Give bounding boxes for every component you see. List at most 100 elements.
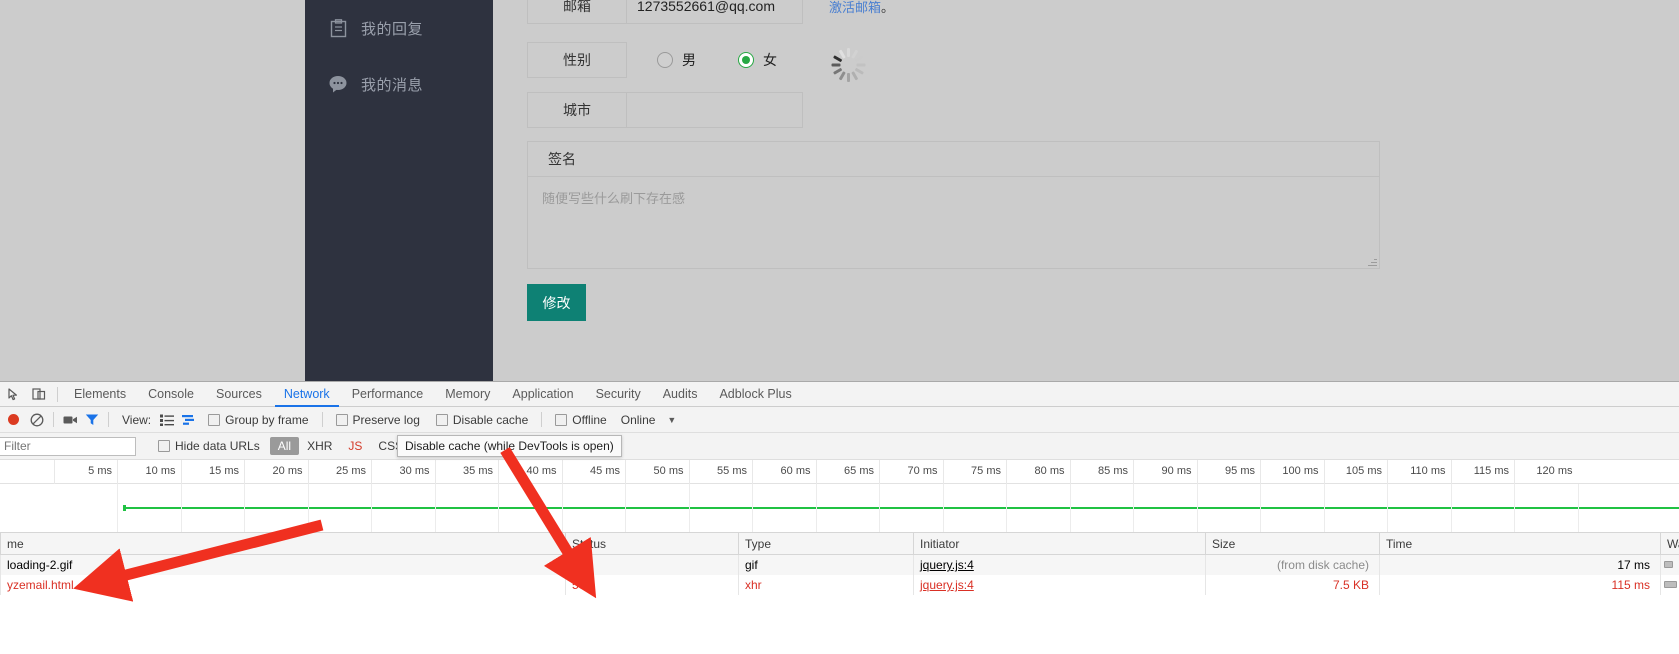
filter-input[interactable] (0, 436, 136, 456)
overview-gridline (498, 484, 499, 532)
radio-female-label: 女 (763, 52, 777, 68)
column-header-type[interactable]: Type (738, 533, 913, 555)
filter-type-all[interactable]: All (269, 437, 300, 455)
overview-gridline (117, 484, 118, 532)
network-overview (0, 484, 1679, 533)
preserve-log-checkbox[interactable]: Preserve log (335, 413, 420, 427)
tab-console[interactable]: Console (137, 382, 205, 407)
email-field[interactable]: 1273552661@qq.com (627, 0, 803, 24)
tab-network[interactable]: Network (273, 382, 341, 407)
timeline-tick-label: 90 ms (1161, 465, 1192, 477)
overview-gridline (1260, 484, 1261, 532)
gender-option-female[interactable]: 女 (738, 42, 777, 78)
resize-grip-icon[interactable] (1368, 257, 1377, 266)
cell-type: xhr (738, 575, 913, 595)
waterfall-view-icon[interactable] (178, 409, 200, 431)
filter-type-xhr[interactable]: XHR (299, 437, 340, 455)
city-field[interactable] (627, 92, 803, 128)
waterfall-bar (1664, 581, 1677, 588)
list-view-icon[interactable] (156, 409, 178, 431)
timeline-tick-label: 95 ms (1225, 465, 1255, 477)
inspect-element-icon[interactable] (0, 382, 26, 407)
checkbox-icon (435, 413, 448, 426)
column-header-name[interactable]: me (0, 533, 565, 555)
column-header-waterfall[interactable]: Waterfall (1660, 533, 1679, 555)
cell-name: loading-2.gif (0, 555, 565, 575)
table-row[interactable]: loading-2.gif 200 gif jquery.js:4 (from disk… (0, 555, 1679, 575)
cell-size: 7.5 KB (1205, 575, 1379, 595)
activate-email-suffix: 。 (881, 0, 895, 15)
column-header-status[interactable]: Status (565, 533, 738, 555)
gender-option-male[interactable]: 男 (657, 42, 696, 78)
sidebar-item-label: 我的消息 (361, 76, 424, 94)
tab-adblock-plus[interactable]: Adblock Plus (708, 382, 802, 407)
submit-button[interactable]: 修改 (527, 284, 586, 321)
timeline-tick-label: 80 ms (1034, 465, 1065, 477)
signature-label: 签名 (527, 141, 1380, 177)
sidebar-item-my-replies[interactable]: 我的回复 (305, 5, 493, 51)
radio-female-icon[interactable] (738, 52, 754, 68)
timeline-tick-label: 100 ms (1282, 465, 1319, 477)
record-button-icon[interactable] (8, 414, 19, 425)
table-header-row: meStatusTypeInitiatorSizeTimeWaterfall (0, 533, 1679, 555)
timeline-tick: 30 ms (371, 460, 435, 484)
timeline-tick-label: 55 ms (717, 465, 747, 477)
sidebar-item-my-messages[interactable]: 我的消息 (305, 61, 493, 107)
offline-checkbox[interactable]: Offline (555, 413, 607, 427)
timeline-tick: 100 ms (1260, 460, 1324, 484)
tab-elements[interactable]: Elements (63, 382, 137, 407)
filter-icon[interactable] (81, 409, 103, 431)
overview-gridline (942, 484, 944, 532)
timeline-tick-label: 110 ms (1410, 465, 1446, 477)
cell-time: 115 ms (1379, 575, 1660, 595)
tab-sources[interactable]: Sources (205, 382, 273, 407)
network-requests-table: meStatusTypeInitiatorSizeTimeWaterfall l… (0, 533, 1679, 627)
column-header-size[interactable]: Size (1205, 533, 1379, 555)
chevron-down-icon[interactable]: ▼ (667, 415, 676, 425)
table-row[interactable]: yzemail.html 500 xhr jquery.js:4 7.5 KB 115 m… (0, 575, 1679, 595)
tab-security[interactable]: Security (585, 382, 652, 407)
timeline-tick-label: 50 ms (653, 465, 684, 477)
tab-audits[interactable]: Audits (652, 382, 709, 407)
column-header-time[interactable]: Time (1379, 533, 1660, 555)
timeline-tick-label: 85 ms (1098, 465, 1128, 477)
tab-memory[interactable]: Memory (434, 382, 501, 407)
timeline-tick: 15 ms (180, 460, 245, 484)
gender-label: 性别 (527, 42, 627, 78)
timeline-tick: 95 ms (1196, 460, 1261, 484)
hide-data-urls-checkbox[interactable]: Hide data URLs (158, 439, 260, 453)
cell-type: gif (738, 555, 913, 575)
timeline-tick: 65 ms (815, 460, 880, 484)
chat-bubble-icon (327, 73, 349, 95)
waterfall-bar (1664, 561, 1673, 568)
overview-load-line (123, 505, 1679, 511)
timeline-tick: 75 ms (942, 460, 1007, 484)
tab-application[interactable]: Application (501, 382, 584, 407)
activate-email-link[interactable]: 激活邮箱。 (829, 0, 894, 16)
disable-cache-checkbox[interactable]: Disable cache (435, 413, 528, 427)
timeline-tick-label: 70 ms (907, 465, 938, 477)
radio-male-icon[interactable] (657, 52, 673, 68)
overview-gridline (307, 484, 309, 532)
camera-icon[interactable] (59, 409, 81, 431)
toggle-device-toolbar-icon[interactable] (26, 382, 52, 407)
table-body: loading-2.gif 200 gif jquery.js:4 (from disk… (0, 555, 1679, 595)
screenshot-root: 我的回复 我的消息 邮箱 1273552661@qq.com 激活邮箱。 性别 … (0, 0, 1679, 654)
overview-gridline (1006, 484, 1007, 532)
spinner-blade (832, 55, 842, 63)
initiator-link[interactable]: jquery.js:4 (920, 578, 974, 592)
throttling-select[interactable]: Online (621, 413, 656, 427)
filter-type-js[interactable]: JS (340, 437, 370, 455)
overview-gridline (815, 484, 817, 532)
column-header-initiator[interactable]: Initiator (913, 533, 1205, 555)
group-by-frame-checkbox[interactable]: Group by frame (208, 413, 309, 427)
email-row: 邮箱 1273552661@qq.com 激活邮箱。 (527, 0, 894, 24)
timeline-tick-label: 5 ms (88, 465, 112, 477)
overview-gridline (1577, 484, 1579, 532)
clear-icon[interactable] (26, 409, 48, 431)
initiator-link[interactable]: jquery.js:4 (920, 558, 974, 572)
timeline-tick-label: 20 ms (272, 465, 303, 477)
tab-performance[interactable]: Performance (341, 382, 435, 407)
timeline-tick-label: 60 ms (780, 465, 811, 477)
signature-textarea[interactable]: 随便写些什么刷下存在感 (527, 177, 1380, 269)
